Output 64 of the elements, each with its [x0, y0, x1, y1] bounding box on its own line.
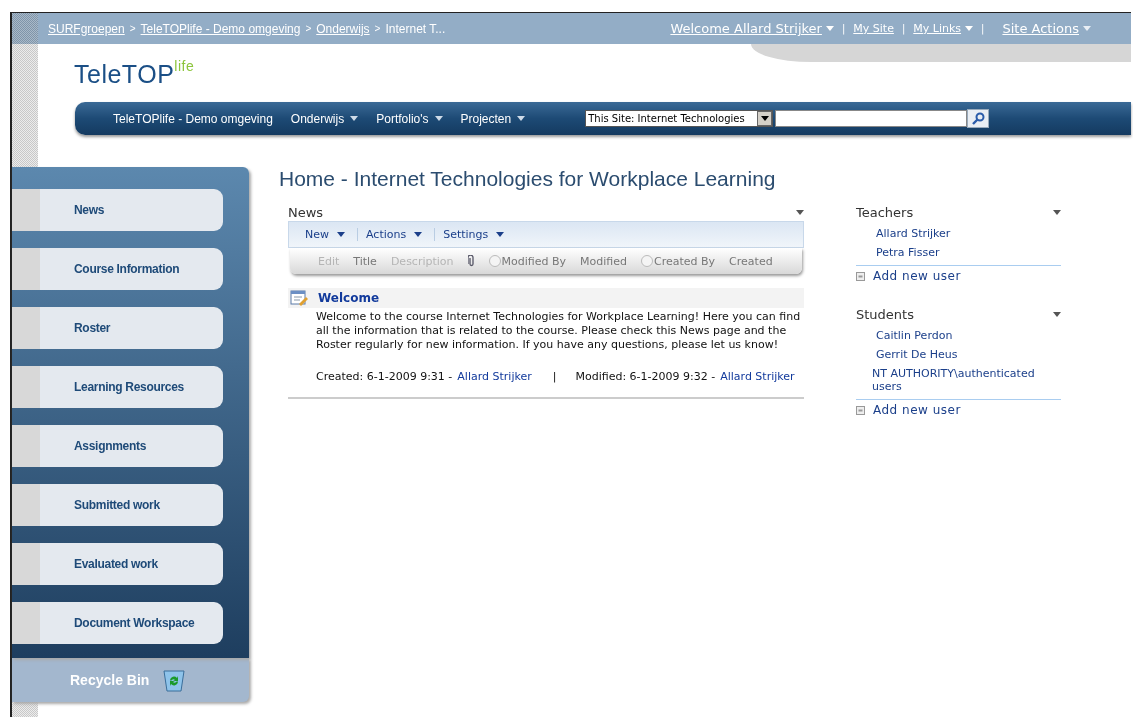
caret-icon	[825, 26, 834, 31]
sidebar-item[interactable]: Submitted work	[12, 484, 223, 526]
menu-divider: |	[841, 23, 846, 34]
nav-item[interactable]: Portfolio's	[376, 111, 443, 126]
page-title: Home - Internet Technologies for Workplace Learning	[279, 167, 777, 191]
news-body: Welcome to the course Internet Technologies for Workplace Learning! Here you can find all the information that is related to the course. Please check this News page and the Roster regularly for new information. If you have any questions, please let us know!	[316, 310, 802, 352]
member-link[interactable]: Caitlin Perdon	[856, 327, 1061, 346]
toolbar-menu[interactable]: Settings	[443, 228, 517, 241]
author-link[interactable]: Allard Strijker	[720, 370, 795, 383]
search-scope-select[interactable]: This Site: Internet Technologies	[585, 110, 774, 127]
caret-icon	[1083, 26, 1091, 31]
column-header[interactable]: Created	[729, 254, 773, 268]
caret-icon	[434, 116, 443, 121]
web-part-menu-icon	[1053, 209, 1061, 215]
menu-divider: |	[981, 23, 985, 34]
created-date: Created: 6-1-2009 9:31 -	[316, 370, 453, 383]
breadcrumb-separator: >	[305, 23, 312, 34]
column-header[interactable]: Title	[353, 254, 377, 268]
group-title: Teachers	[856, 204, 914, 220]
hatched-strip	[12, 13, 38, 44]
nav-item[interactable]: Projecten	[460, 111, 526, 126]
column-header[interactable]: Created By	[641, 254, 716, 268]
toolbar-menu[interactable]: Actions	[366, 228, 436, 241]
sidebar-item[interactable]: News	[12, 189, 223, 231]
sidebar-item[interactable]: Roster	[12, 307, 223, 349]
toolbar-menu[interactable]: New	[305, 228, 358, 241]
news-title-link[interactable]: Welcome	[318, 291, 380, 305]
column-header[interactable]: Modified By	[488, 254, 567, 268]
caret-icon	[496, 232, 505, 237]
member-link[interactable]: Allard Strijker	[856, 225, 1061, 244]
sidebar-item[interactable]: Evaluated work	[12, 543, 223, 585]
member-link[interactable]: Gerrit De Heus	[856, 346, 1061, 365]
web-part-menu-icon	[796, 209, 804, 215]
member-link[interactable]: Petra Fisser	[856, 244, 1061, 263]
collapse-icon	[856, 405, 865, 415]
sidebar-item[interactable]: Document Workspace	[12, 602, 223, 644]
web-part-title: News	[288, 204, 324, 220]
search-field[interactable]	[775, 110, 968, 127]
member-link[interactable]: NT AUTHORITY\authenticated users	[856, 365, 1061, 397]
breadcrumb-separator: >	[374, 23, 381, 34]
add-user-link[interactable]: Add new user	[856, 403, 1061, 417]
caret-icon	[517, 116, 526, 121]
breadcrumb-separator: >	[129, 23, 136, 34]
add-user-link[interactable]: Add new user	[856, 269, 1061, 283]
sidebar-item[interactable]: Course Information	[12, 248, 223, 290]
caret-icon	[350, 116, 359, 121]
sidebar-item[interactable]: Assignments	[12, 425, 223, 467]
divider-icon: |	[552, 370, 557, 383]
caret-icon	[414, 232, 423, 237]
search-button[interactable]	[967, 109, 990, 128]
nav-item[interactable]: TeleTOPlife - Demo omgeving	[113, 111, 273, 126]
group-title: Students	[856, 306, 914, 322]
sidebar-item[interactable]: Learning Resources	[12, 366, 223, 408]
caret-icon	[760, 116, 769, 121]
collapse-icon	[856, 271, 865, 281]
caret-icon	[965, 26, 974, 31]
trash-bin-icon	[163, 668, 186, 692]
caret-icon	[337, 232, 345, 237]
menu-divider: |	[901, 23, 906, 34]
author-link[interactable]: Allard Strijker	[457, 370, 532, 383]
web-part-menu-icon	[1053, 311, 1061, 317]
nav-item[interactable]: Onderwijs	[290, 111, 359, 126]
modified-date: Modified: 6-1-2009 9:32 -	[575, 370, 716, 383]
column-header[interactable]: Modified	[580, 254, 627, 268]
